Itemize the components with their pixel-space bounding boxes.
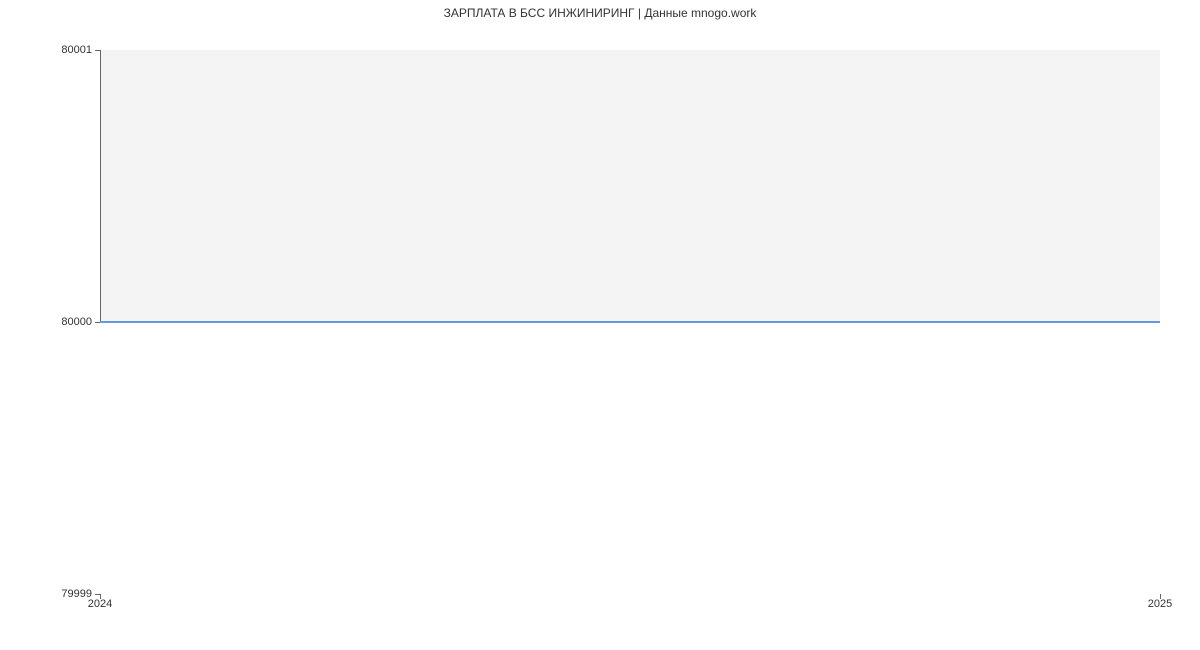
y-tick bbox=[95, 50, 100, 51]
y-tick-label: 80000 bbox=[61, 316, 92, 328]
data-series-line bbox=[100, 321, 1160, 323]
y-tick-label: 80001 bbox=[61, 44, 92, 56]
chart-title: ЗАРПЛАТА В БСС ИНЖИНИРИНГ | Данные mnogo… bbox=[0, 6, 1200, 20]
x-tick-label: 2025 bbox=[1148, 598, 1172, 610]
x-tick-label: 2024 bbox=[88, 598, 112, 610]
plot-lower-band bbox=[100, 323, 1160, 594]
